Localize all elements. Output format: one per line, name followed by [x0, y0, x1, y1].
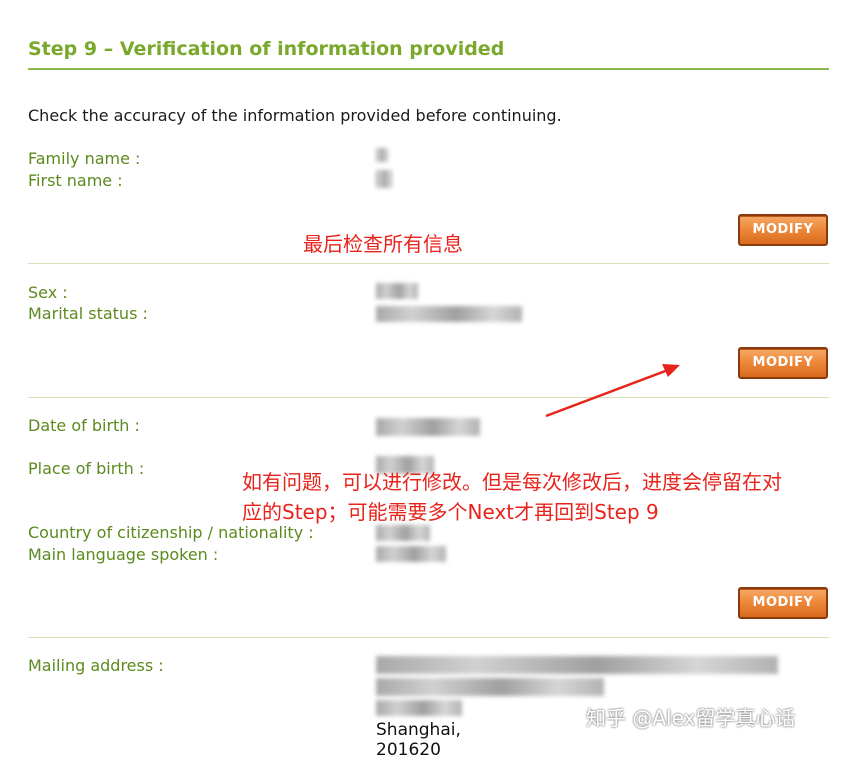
watermark: 知乎 @Alex留学真心话: [586, 706, 796, 730]
intro-text: Check the accuracy of the information pr…: [28, 106, 562, 125]
date-of-birth-label: Date of birth :: [28, 416, 140, 435]
address-city: Shanghai,: [376, 720, 461, 740]
section-divider: [28, 263, 829, 264]
modify-status-button[interactable]: MODIFY: [738, 347, 828, 379]
family-name-label: Family name :: [28, 149, 141, 168]
annotation-arrow: [545, 364, 680, 418]
modify-birth-button[interactable]: MODIFY: [738, 587, 828, 619]
modify-name-button[interactable]: MODIFY: [738, 214, 828, 246]
annotation-arrow-line: [545, 368, 669, 418]
annotation-modify-explanation: 如有问题，可以进行修改。但是每次修改后，进度会停留在对 应的Step；可能需要多…: [242, 467, 862, 527]
title-divider: [28, 68, 829, 70]
date-of-birth-value-redacted: [376, 418, 480, 436]
section-divider: [28, 637, 829, 638]
place-of-birth-label: Place of birth :: [28, 459, 145, 478]
citizenship-value-redacted: [376, 525, 430, 541]
sex-label: Sex :: [28, 283, 68, 302]
first-name-value-redacted: [376, 170, 392, 188]
first-name-label: First name :: [28, 171, 123, 190]
sex-value-redacted: [376, 283, 418, 299]
address-line-2-redacted: [376, 678, 604, 696]
family-name-value-redacted: [376, 148, 388, 162]
section-divider: [28, 397, 829, 398]
address-line-1-redacted: [376, 656, 778, 674]
annotation-line-1: 如有问题，可以进行修改。但是每次修改后，进度会停留在对: [242, 470, 782, 494]
address-postal-code: 201620: [376, 740, 441, 760]
main-language-value-redacted: [376, 546, 446, 562]
mailing-address-label: Mailing address :: [28, 656, 164, 675]
annotation-line-2: 应的Step；可能需要多个Next才再回到Step 9: [242, 500, 659, 524]
page-title: Step 9 – Verification of information pro…: [28, 38, 505, 60]
marital-status-value-redacted: [376, 306, 522, 322]
main-language-label: Main language spoken :: [28, 545, 219, 564]
marital-status-label: Marital status :: [28, 304, 148, 323]
address-line-3-redacted: [376, 700, 462, 716]
annotation-check-all: 最后检查所有信息: [303, 232, 463, 256]
